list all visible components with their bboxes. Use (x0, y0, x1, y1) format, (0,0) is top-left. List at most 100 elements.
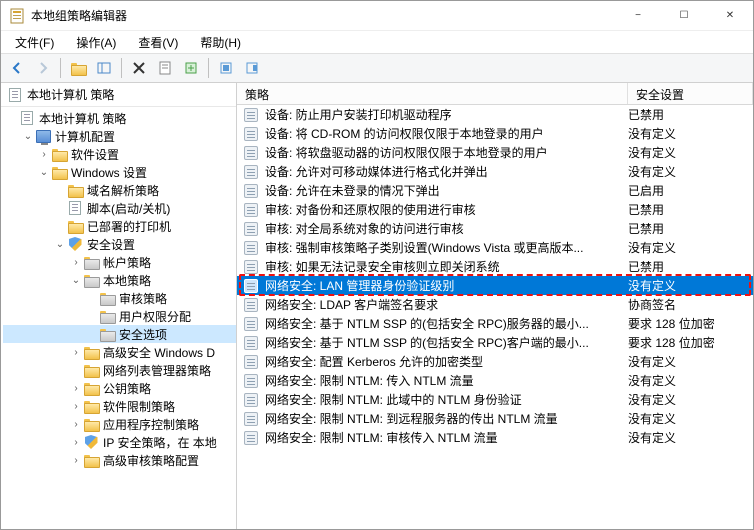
policy-row[interactable]: 网络安全: 限制 NTLM: 传入 NTLM 流量没有定义 (237, 371, 753, 390)
minimize-button[interactable]: − (615, 1, 661, 30)
chevron-right-icon[interactable]: › (37, 149, 51, 160)
policy-row[interactable]: 设备: 允许对可移动媒体进行格式化并弹出没有定义 (237, 162, 753, 181)
policy-name: 审核: 对备份和还原权限的使用进行审核 (265, 201, 628, 218)
tree-item-fw-adv[interactable]: › 高级安全 Windows D (3, 343, 236, 361)
policy-row[interactable]: 审核: 强制审核策略子类别设置(Windows Vista 或更高版本...没有… (237, 238, 753, 257)
tree-item-pk-policy[interactable]: › 公钥策略 (3, 379, 236, 397)
folder-icon (51, 164, 67, 180)
policy-row[interactable]: 审核: 对全局系统对象的访问进行审核已禁用 (237, 219, 753, 238)
policy-value: 没有定义 (628, 144, 753, 161)
folder-gear-icon (99, 308, 115, 324)
policy-row[interactable]: 网络安全: 限制 NTLM: 到远程服务器的传出 NTLM 流量没有定义 (237, 409, 753, 428)
tree-item-ipsec[interactable]: ›IP 安全策略，在 本地 (3, 433, 236, 451)
policy-row[interactable]: 设备: 将 CD-ROM 的访问权限仅限于本地登录的用户没有定义 (237, 124, 753, 143)
policy-icon (243, 335, 259, 351)
tree-item-label: 审核策略 (119, 290, 167, 307)
policy-value: 已禁用 (628, 106, 753, 123)
tree-header: 本地计算机 策略 (1, 83, 236, 107)
tree-item-adv-audit[interactable]: › 高级审核策略配置 (3, 451, 236, 469)
chevron-right-icon[interactable]: › (69, 419, 83, 430)
tree-item-user-rights[interactable]: 用户权限分配 (3, 307, 236, 325)
tree-item-label: 高级安全 Windows D (103, 344, 215, 361)
tree-item-label: 计算机配置 (55, 128, 115, 145)
chevron-right-icon[interactable]: › (69, 383, 83, 394)
refresh-button[interactable] (214, 56, 238, 80)
doc-icon (7, 87, 23, 103)
policy-row[interactable]: 网络安全: 基于 NTLM SSP 的(包括安全 RPC)客户端的最小...要求… (237, 333, 753, 352)
tree-item-soft-settings[interactable]: › 软件设置 (3, 145, 236, 163)
tree-item-app-control[interactable]: › 应用程序控制策略 (3, 415, 236, 433)
menu-action[interactable]: 操作(A) (66, 32, 126, 53)
chevron-right-icon[interactable]: › (69, 347, 83, 358)
up-button[interactable] (66, 56, 90, 80)
policy-row[interactable]: 审核: 如果无法记录安全审核则立即关闭系统已禁用 (237, 257, 753, 276)
policy-row[interactable]: 设备: 将软盘驱动器的访问权限仅限于本地登录的用户没有定义 (237, 143, 753, 162)
policy-name: 审核: 如果无法记录安全审核则立即关闭系统 (265, 258, 628, 275)
tree-item-label: 应用程序控制策略 (103, 416, 199, 433)
policy-row[interactable]: 网络安全: 限制 NTLM: 审核传入 NTLM 流量没有定义 (237, 428, 753, 447)
tree-item-root[interactable]: 本地计算机 策略 (3, 109, 236, 127)
policy-name: 网络安全: 基于 NTLM SSP 的(包括安全 RPC)服务器的最小... (265, 315, 628, 332)
help-button[interactable] (240, 56, 264, 80)
nav-tree[interactable]: 本地计算机 策略 ⌄ 计算机配置 › 软件设置⌄Windows 设置域名解析策略脚本(启… (1, 107, 236, 529)
tree-item-label: 高级审核策略配置 (103, 452, 199, 469)
chevron-down-icon[interactable]: ⌄ (21, 131, 35, 142)
menu-help[interactable]: 帮助(H) (190, 32, 251, 53)
policy-row[interactable]: 审核: 对备份和还原权限的使用进行审核已禁用 (237, 200, 753, 219)
close-button[interactable]: ✕ (707, 1, 753, 30)
policy-row[interactable]: 网络安全: LAN 管理器身份验证级别没有定义 (237, 276, 753, 295)
tree-item-sw-restrict[interactable]: › 软件限制策略 (3, 397, 236, 415)
policy-name: 网络安全: 限制 NTLM: 审核传入 NTLM 流量 (265, 429, 628, 446)
tree-header-label: 本地计算机 策略 (27, 86, 114, 103)
tree-item-comp-config[interactable]: ⌄ 计算机配置 (3, 127, 236, 145)
properties-button[interactable] (153, 56, 177, 80)
tree-pane: 本地计算机 策略 本地计算机 策略 ⌄ 计算机配置 › 软件设置⌄Windows 设置域… (1, 83, 237, 529)
tree-item-sec-options[interactable]: 安全选项 (3, 325, 236, 343)
tree-item-label: 软件设置 (71, 146, 119, 163)
tree-item-scripts[interactable]: 脚本(启动/关机) (3, 199, 236, 217)
delete-button[interactable] (127, 56, 151, 80)
tree-item-audit-policy[interactable]: 审核策略 (3, 289, 236, 307)
chevron-down-icon[interactable]: ⌄ (53, 239, 67, 250)
chevron-right-icon[interactable]: › (69, 455, 83, 466)
policy-row[interactable]: 网络安全: LDAP 客户端签名要求协商签名 (237, 295, 753, 314)
tree-item-win-settings[interactable]: ⌄Windows 设置 (3, 163, 236, 181)
policy-value: 已禁用 (628, 258, 753, 275)
tree-item-name-res[interactable]: 域名解析策略 (3, 181, 236, 199)
policy-icon (243, 164, 259, 180)
main-panel: 本地计算机 策略 本地计算机 策略 ⌄ 计算机配置 › 软件设置⌄Windows 设置域… (1, 83, 753, 529)
tree-item-acct-policy[interactable]: ›帐户策略 (3, 253, 236, 271)
folder-icon (67, 182, 83, 198)
policy-row[interactable]: 网络安全: 配置 Kerberos 允许的加密类型没有定义 (237, 352, 753, 371)
computer-icon (35, 128, 51, 144)
chevron-right-icon[interactable]: › (69, 257, 83, 268)
policy-name: 网络安全: 限制 NTLM: 到远程服务器的传出 NTLM 流量 (265, 410, 628, 427)
show-hide-tree-button[interactable] (92, 56, 116, 80)
column-header-policy[interactable]: 策略 (237, 83, 628, 104)
doc-icon (67, 200, 83, 216)
chevron-down-icon[interactable]: ⌄ (37, 167, 51, 178)
shield-icon (67, 236, 83, 252)
chevron-right-icon[interactable]: › (69, 437, 83, 448)
chevron-down-icon[interactable]: ⌄ (69, 275, 83, 286)
tree-item-label: 公钥策略 (103, 380, 151, 397)
policy-name: 网络安全: 配置 Kerberos 允许的加密类型 (265, 353, 628, 370)
export-list-button[interactable] (179, 56, 203, 80)
maximize-button[interactable]: ☐ (661, 1, 707, 30)
tree-item-label: 软件限制策略 (103, 398, 175, 415)
policy-row[interactable]: 网络安全: 基于 NTLM SSP 的(包括安全 RPC)服务器的最小...要求… (237, 314, 753, 333)
policy-row[interactable]: 网络安全: 限制 NTLM: 此域中的 NTLM 身份验证没有定义 (237, 390, 753, 409)
policy-list[interactable]: 设备: 防止用户安装打印机驱动程序已禁用设备: 将 CD-ROM 的访问权限仅限… (237, 105, 753, 529)
policy-row[interactable]: 设备: 允许在未登录的情况下弹出已启用 (237, 181, 753, 200)
column-header-setting[interactable]: 安全设置 (628, 83, 753, 104)
tree-item-sec-settings[interactable]: ⌄安全设置 (3, 235, 236, 253)
nav-forward-button[interactable] (31, 56, 55, 80)
tree-item-printers[interactable]: 已部署的打印机 (3, 217, 236, 235)
tree-item-local-policy[interactable]: ⌄本地策略 (3, 271, 236, 289)
menu-file[interactable]: 文件(F) (5, 32, 64, 53)
nav-back-button[interactable] (5, 56, 29, 80)
chevron-right-icon[interactable]: › (69, 401, 83, 412)
tree-item-nlm[interactable]: 网络列表管理器策略 (3, 361, 236, 379)
menu-view[interactable]: 查看(V) (128, 32, 188, 53)
policy-row[interactable]: 设备: 防止用户安装打印机驱动程序已禁用 (237, 105, 753, 124)
